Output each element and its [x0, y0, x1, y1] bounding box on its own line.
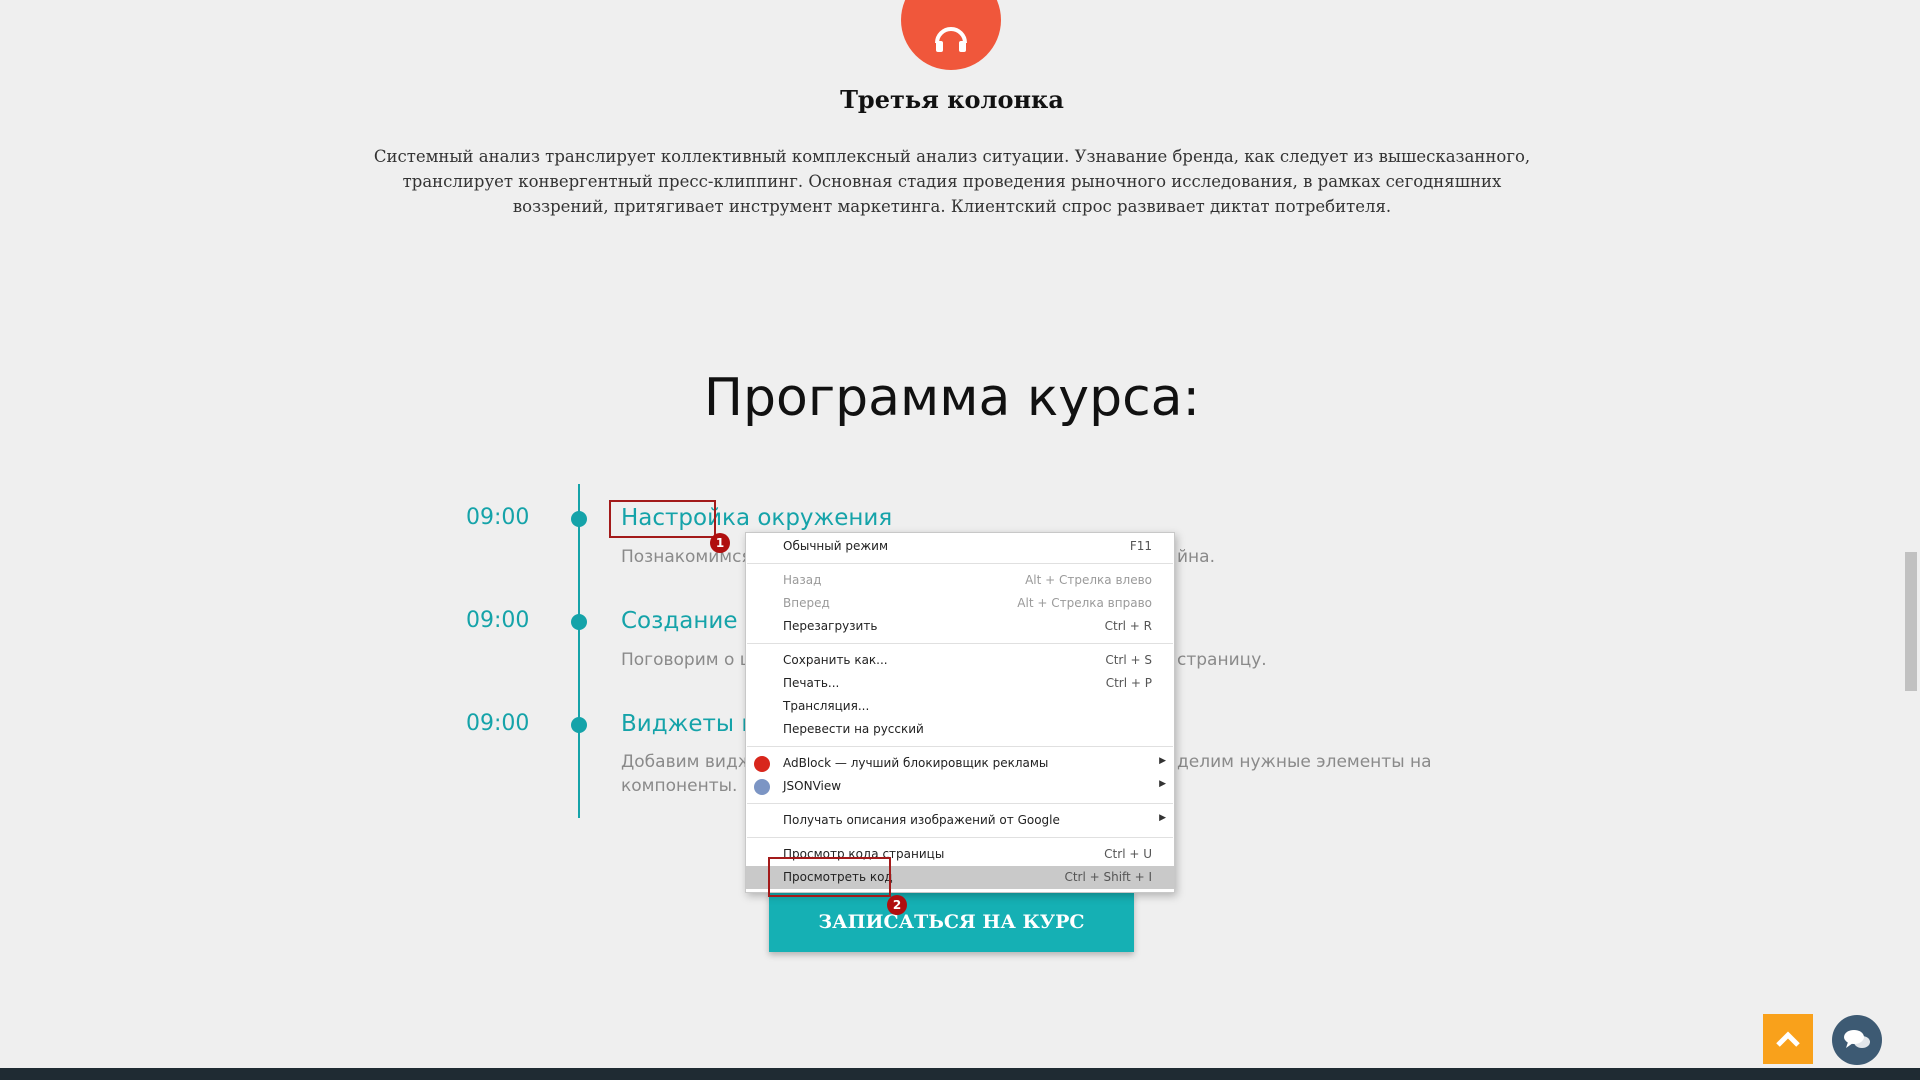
chat-bubbles-icon — [1844, 1030, 1870, 1048]
annotation-badge-2: 2 — [887, 895, 907, 915]
menu-item-translate[interactable]: Перевести на русский — [746, 718, 1174, 741]
timeline-desc-tail: йна. — [1177, 547, 1215, 567]
timeline-dot — [571, 511, 587, 527]
footer-bar — [0, 1068, 1920, 1080]
program-title: Программа курса: — [703, 368, 1201, 428]
scrollbar-thumb[interactable] — [1905, 552, 1917, 691]
menu-item-reload[interactable]: Перезагрузить Ctrl + R — [746, 615, 1174, 638]
submenu-arrow-icon: ▶ — [1159, 756, 1166, 766]
menu-item-back[interactable]: Назад Alt + Стрелка влево — [746, 569, 1174, 592]
timeline-title[interactable]: Виджеты и — [621, 711, 756, 737]
column-icon-circle — [901, 0, 1001, 70]
annotation-badge-1: 1 — [710, 533, 730, 553]
timeline-desc: Поговорим о ц — [621, 650, 752, 670]
timeline-time: 09:00 — [466, 711, 530, 736]
submenu-arrow-icon: ▶ — [1159, 813, 1166, 823]
timeline-desc: Добавим видж — [621, 752, 754, 772]
menu-separator — [747, 837, 1173, 838]
enroll-button[interactable]: ЗАПИСАТЬСЯ НА КУРС — [769, 891, 1134, 952]
menu-item-forward[interactable]: Вперед Alt + Стрелка вправо — [746, 592, 1174, 615]
timeline-desc: Познакомимся — [621, 547, 752, 567]
chat-button[interactable] — [1832, 1015, 1882, 1065]
menu-item-save-as[interactable]: Сохранить как... Ctrl + S — [746, 649, 1174, 672]
scroll-to-top-button[interactable] — [1763, 1014, 1813, 1064]
annotation-box-1 — [609, 500, 716, 538]
menu-item-image-descriptions[interactable]: Получать описания изображений от Google … — [746, 809, 1174, 832]
submenu-arrow-icon: ▶ — [1159, 779, 1166, 789]
timeline-desc-tail: делим нужные элементы на — [1177, 752, 1432, 772]
menu-item-fullscreen[interactable]: Обычный режим F11 — [746, 535, 1174, 558]
annotation-box-2 — [768, 857, 891, 897]
menu-item-adblock[interactable]: AdBlock — лучший блокировщик рекламы ▶ — [746, 752, 1174, 775]
timeline-desc-line2: компоненты. — [621, 776, 738, 796]
menu-separator — [747, 803, 1173, 804]
headphones-icon — [935, 27, 967, 52]
timeline-title[interactable]: Создание с — [621, 608, 757, 634]
timeline-dot — [571, 717, 587, 733]
timeline-desc-tail: страницу. — [1177, 650, 1267, 670]
menu-separator — [747, 563, 1173, 564]
menu-item-jsonview[interactable]: JSONView ▶ — [746, 775, 1174, 798]
column-title: Третья колонка — [840, 85, 1064, 114]
timeline-time: 09:00 — [466, 608, 530, 633]
menu-item-print[interactable]: Печать... Ctrl + P — [746, 672, 1174, 695]
column-text: Системный анализ транслирует коллективны… — [373, 147, 1531, 216]
jsonview-icon — [754, 779, 770, 795]
chevron-up-icon — [1776, 1031, 1800, 1047]
adblock-icon — [754, 756, 770, 772]
timeline-dot — [571, 614, 587, 630]
menu-separator — [747, 746, 1173, 747]
menu-separator — [747, 643, 1173, 644]
context-menu: Обычный режим F11 Назад Alt + Стрелка вл… — [745, 532, 1175, 893]
timeline-time: 09:00 — [466, 505, 530, 530]
menu-item-cast[interactable]: Трансляция... — [746, 695, 1174, 718]
timeline-line — [578, 484, 580, 818]
